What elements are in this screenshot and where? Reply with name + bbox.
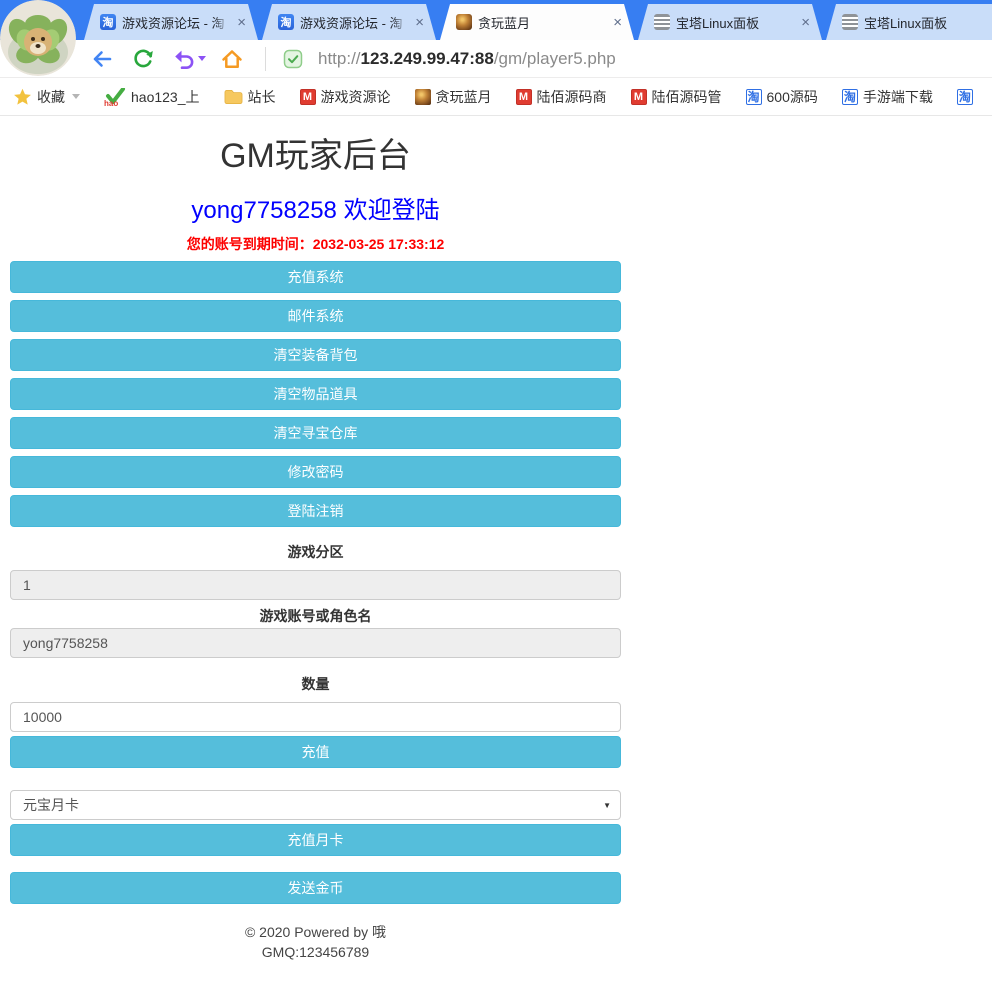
bookmark-label: 站长 — [248, 87, 276, 107]
tab-close-icon[interactable]: × — [987, 13, 992, 32]
copyright-text: © 2020 Powered by 哦 — [10, 922, 621, 942]
clear-treasure-warehouse-button[interactable]: 清空寻宝仓库 — [10, 417, 621, 449]
bookmark-partial[interactable]: 淘 — [957, 89, 973, 105]
change-password-button[interactable]: 修改密码 — [10, 456, 621, 488]
welcome-text: yong7758258 欢迎登陆 — [10, 196, 621, 226]
url-scheme: http:// — [318, 49, 361, 68]
bookmark-lubai-shop[interactable]: M 陆佰源码商 — [516, 87, 607, 107]
gm-panel: GM玩家后台 yong7758258 欢迎登陆 您的账号到期时间：2032-03… — [10, 132, 621, 962]
browser-tab-1[interactable]: 淘 游戏资源论坛 - 淘 × — [84, 4, 258, 40]
tab-close-icon[interactable]: × — [609, 13, 626, 32]
browser-tab-5[interactable]: 宝塔Linux面板 × — [826, 4, 992, 40]
chevron-down-icon[interactable] — [72, 94, 80, 99]
m-logo-icon: M — [516, 89, 532, 105]
recharge-button[interactable]: 充值 — [10, 736, 621, 768]
browser-tab-4[interactable]: 宝塔Linux面板 × — [638, 4, 822, 40]
bookmark-hao123[interactable]: hao hao123_上 — [104, 87, 200, 107]
bookmark-label: 600源码 — [767, 87, 818, 107]
bookmark-game-forum[interactable]: M 游戏资源论 — [300, 87, 391, 107]
page-title: GM玩家后台 — [10, 132, 621, 180]
browser-window: 淘 游戏资源论坛 - 淘 × 淘 游戏资源论坛 - 淘 × 贪玩蓝月 × 宝塔L… — [0, 0, 992, 988]
bookmark-label: hao123_上 — [131, 87, 200, 107]
undo-dropdown-caret-icon[interactable] — [198, 56, 206, 61]
logout-button[interactable]: 登陆注销 — [10, 495, 621, 527]
bookmark-favorites[interactable]: 收藏 — [13, 87, 80, 107]
account-label: 游戏账号或角色名 — [10, 608, 621, 624]
menu-buttons: 充值系统 邮件系统 清空装备背包 清空物品道具 清空寻宝仓库 修改密码 登陆注销 — [10, 261, 621, 527]
bookmark-label: 游戏资源论 — [321, 87, 391, 107]
web-page: GM玩家后台 yong7758258 欢迎登陆 您的账号到期时间：2032-03… — [0, 116, 992, 962]
bookmark-label: 手游端下载 — [863, 87, 933, 107]
m-logo-icon: M — [300, 89, 316, 105]
bookmark-label: 陆佰源码管 — [652, 87, 722, 107]
home-icon[interactable] — [220, 47, 244, 71]
mail-system-button[interactable]: 邮件系统 — [10, 300, 621, 332]
tab-title: 宝塔Linux面板 — [864, 13, 987, 32]
bt-panel-favicon-icon — [654, 14, 670, 30]
bookmark-label: 贪玩蓝月 — [436, 87, 492, 107]
game-favicon-icon — [415, 89, 431, 105]
security-shield-icon[interactable] — [282, 48, 304, 70]
taobao-favicon-icon: 淘 — [278, 14, 294, 30]
bookmark-label: 陆佰源码商 — [537, 87, 607, 107]
navigation-bar: http://123.249.99.47:88/gm/player5.php — [0, 40, 992, 78]
card-type-select[interactable]: 元宝月卡 — [10, 790, 621, 820]
bookmark-label: 收藏 — [37, 87, 65, 107]
amount-field[interactable] — [10, 702, 621, 732]
clear-equipment-bag-button[interactable]: 清空装备背包 — [10, 339, 621, 371]
tab-close-icon[interactable]: × — [797, 13, 814, 32]
tab-title: 游戏资源论坛 - 淘 — [122, 13, 233, 32]
gmq-contact-text: GMQ:123456789 — [10, 942, 621, 962]
tab-title: 游戏资源论坛 - 淘 — [300, 13, 411, 32]
bt-panel-favicon-icon — [842, 14, 858, 30]
hao123-icon: hao — [104, 88, 126, 106]
tab-close-icon[interactable]: × — [233, 13, 250, 32]
toolbar-separator — [265, 47, 266, 71]
refresh-icon[interactable] — [131, 47, 155, 71]
zone-field — [10, 570, 621, 600]
star-icon — [13, 88, 32, 106]
recharge-system-button[interactable]: 充值系统 — [10, 261, 621, 293]
address-bar[interactable]: http://123.249.99.47:88/gm/player5.php — [282, 44, 992, 74]
url-text[interactable]: http://123.249.99.47:88/gm/player5.php — [318, 49, 616, 69]
browser-tab-2[interactable]: 淘 游戏资源论坛 - 淘 × — [262, 4, 436, 40]
tab-title: 宝塔Linux面板 — [676, 13, 797, 32]
bookmark-zhanzhang[interactable]: 站长 — [224, 87, 276, 107]
tab-close-icon[interactable]: × — [411, 13, 428, 32]
account-field — [10, 628, 621, 658]
undo-history-icon[interactable] — [172, 47, 196, 71]
bookmark-lubai-admin[interactable]: M 陆佰源码管 — [631, 87, 722, 107]
send-gold-button[interactable]: 发送金币 — [10, 872, 621, 904]
recharge-monthly-card-button[interactable]: 充值月卡 — [10, 824, 621, 856]
tab-bar: 淘 游戏资源论坛 - 淘 × 淘 游戏资源论坛 - 淘 × 贪玩蓝月 × 宝塔L… — [0, 0, 992, 40]
account-expiry-text: 您的账号到期时间：2032-03-25 17:33:12 — [10, 234, 621, 254]
zone-label: 游戏分区 — [10, 544, 621, 560]
bookmark-600-source[interactable]: 淘 600源码 — [746, 87, 818, 107]
bookmark-mobile-download[interactable]: 淘 手游端下载 — [842, 87, 933, 107]
url-path: /gm/player5.php — [494, 49, 616, 68]
browser-avatar[interactable] — [0, 0, 76, 76]
amount-label: 数量 — [10, 676, 621, 692]
game-favicon-icon — [456, 14, 472, 30]
bookmark-tanwan[interactable]: 贪玩蓝月 — [415, 87, 492, 107]
browser-tab-3-active[interactable]: 贪玩蓝月 × — [440, 4, 634, 40]
card-type-select-wrap: 元宝月卡 ▼ — [10, 790, 621, 820]
bookmarks-bar: 收藏 hao hao123_上 站长 M 游戏资源论 贪玩蓝月 M 陆佰源码商 — [0, 78, 992, 116]
page-footer: © 2020 Powered by 哦 GMQ:123456789 — [10, 922, 621, 962]
url-host: 123.249.99.47:88 — [361, 49, 494, 68]
taobao-favicon-icon: 淘 — [842, 89, 858, 105]
folder-icon — [224, 89, 243, 105]
taobao-favicon-icon: 淘 — [746, 89, 762, 105]
taobao-favicon-icon: 淘 — [957, 89, 973, 105]
taobao-favicon-icon: 淘 — [100, 14, 116, 30]
tab-title: 贪玩蓝月 — [478, 13, 609, 32]
clear-items-button[interactable]: 清空物品道具 — [10, 378, 621, 410]
back-icon[interactable] — [90, 47, 114, 71]
m-logo-icon: M — [631, 89, 647, 105]
